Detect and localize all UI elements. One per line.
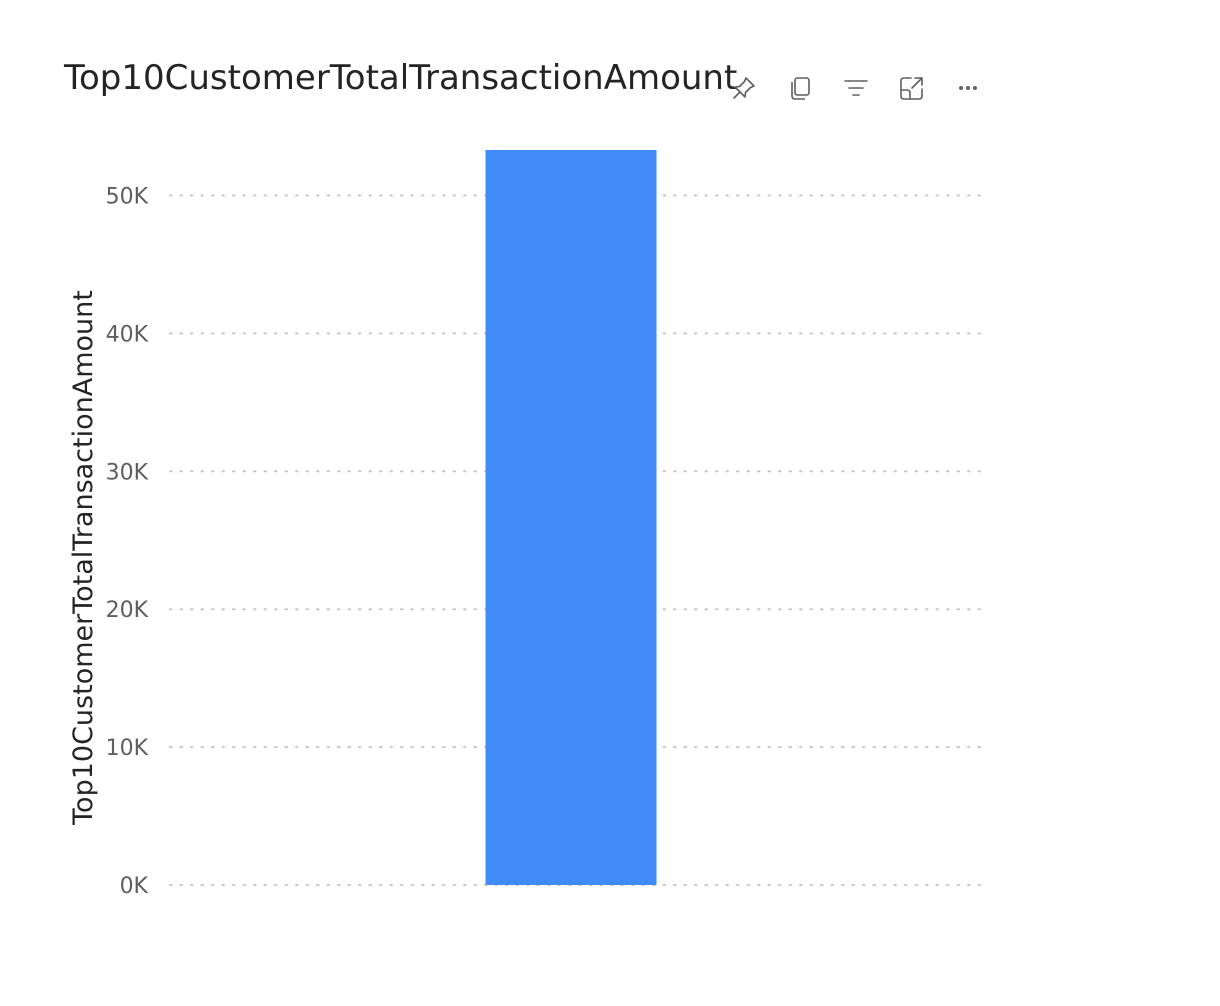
bar-chart-visual: Top10CustomerTotalTransactionAmount 0K 1… xyxy=(0,0,1220,1006)
y-tick-label: 0K xyxy=(120,874,149,899)
y-axis-title: Top10CustomerTotalTransactionAmount xyxy=(68,290,99,826)
bar[interactable] xyxy=(485,150,657,885)
y-axis-ticks: 0K 10K 20K 30K 40K 50K xyxy=(106,185,149,899)
chart-plot-area: 0K 10K 20K 30K 40K 50K Top10CustomerTotalTran… xyxy=(68,150,981,899)
y-tick-label: 30K xyxy=(106,460,149,485)
y-tick-label: 50K xyxy=(106,185,149,210)
bars xyxy=(485,150,657,885)
y-tick-label: 20K xyxy=(106,598,149,623)
y-tick-label: 40K xyxy=(106,322,149,347)
y-tick-label: 10K xyxy=(106,736,149,761)
